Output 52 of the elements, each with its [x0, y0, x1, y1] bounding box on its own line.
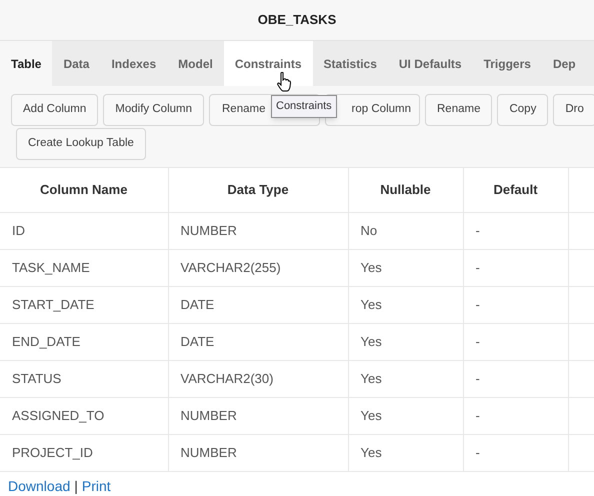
table-cell: -: [476, 222, 480, 238]
tab[interactable]: UI Defaults: [388, 41, 473, 86]
table-cell: DATE: [180, 296, 214, 312]
tab[interactable]: Triggers: [472, 41, 542, 86]
table-cell: -: [476, 334, 480, 349]
table-cell: Yes: [360, 370, 382, 386]
table-cell: Yes: [360, 296, 382, 312]
table-cell: No: [360, 222, 378, 238]
toolbar-button[interactable]: Modify Column: [103, 94, 204, 126]
footer-link[interactable]: Print: [82, 476, 111, 494]
tab[interactable]: Table: [0, 41, 52, 86]
column-header: Nullable: [380, 182, 431, 197]
table-cell: NUMBER: [180, 444, 237, 460]
toolbar-button[interactable]: Copy: [497, 94, 548, 126]
table-cell: END_DATE: [12, 334, 80, 349]
tab[interactable]: Data: [52, 41, 100, 86]
table-cell: STATUS: [12, 370, 62, 386]
tooltip: Constraints: [271, 95, 337, 118]
table-cell: -: [476, 260, 480, 275]
window-title: OBE_TASKS: [0, 0, 594, 41]
table-cell: Yes: [360, 334, 382, 349]
column-header: Column Name: [40, 182, 128, 197]
table-cell: -: [476, 296, 480, 312]
table-cell: DATE: [180, 334, 214, 349]
table-cell: Yes: [360, 408, 382, 423]
table-cell: VARCHAR2(255): [180, 260, 281, 275]
table-cell: ASSIGNED_TO: [12, 408, 104, 423]
table-cell: ID: [12, 222, 25, 238]
table-cell: Yes: [360, 444, 382, 460]
table-cell: -: [476, 370, 480, 386]
table-cell: TASK_NAME: [12, 260, 90, 275]
tab[interactable]: Model: [167, 41, 224, 86]
tab[interactable]: Indexes: [100, 41, 168, 86]
table-cell: Yes: [360, 260, 382, 275]
table-cell: -: [476, 444, 480, 460]
toolbar-button[interactable]: Create Lookup Table: [16, 128, 146, 160]
column-header: Data Type: [227, 182, 289, 197]
table-cell: PROJECT_ID: [12, 444, 93, 460]
table-cell: -: [476, 408, 480, 423]
tab[interactable]: Statistics: [312, 41, 388, 86]
tab[interactable]: Constraints: [224, 41, 313, 86]
toolbar-button[interactable]: Rename: [425, 94, 492, 126]
table-cell: VARCHAR2(30): [180, 370, 274, 386]
table-cell: NUMBER: [180, 222, 237, 238]
tab[interactable]: Dep: [542, 41, 587, 86]
footer-link[interactable]: Download: [8, 476, 70, 494]
link-separator: |: [74, 476, 78, 494]
toolbar-button[interactable]: Add Column: [11, 94, 98, 126]
table-cell: NUMBER: [180, 408, 237, 423]
toolbar-button[interactable]: Dro: [553, 94, 594, 126]
column-header: Default: [493, 182, 538, 197]
table-cell: START_DATE: [12, 296, 94, 312]
